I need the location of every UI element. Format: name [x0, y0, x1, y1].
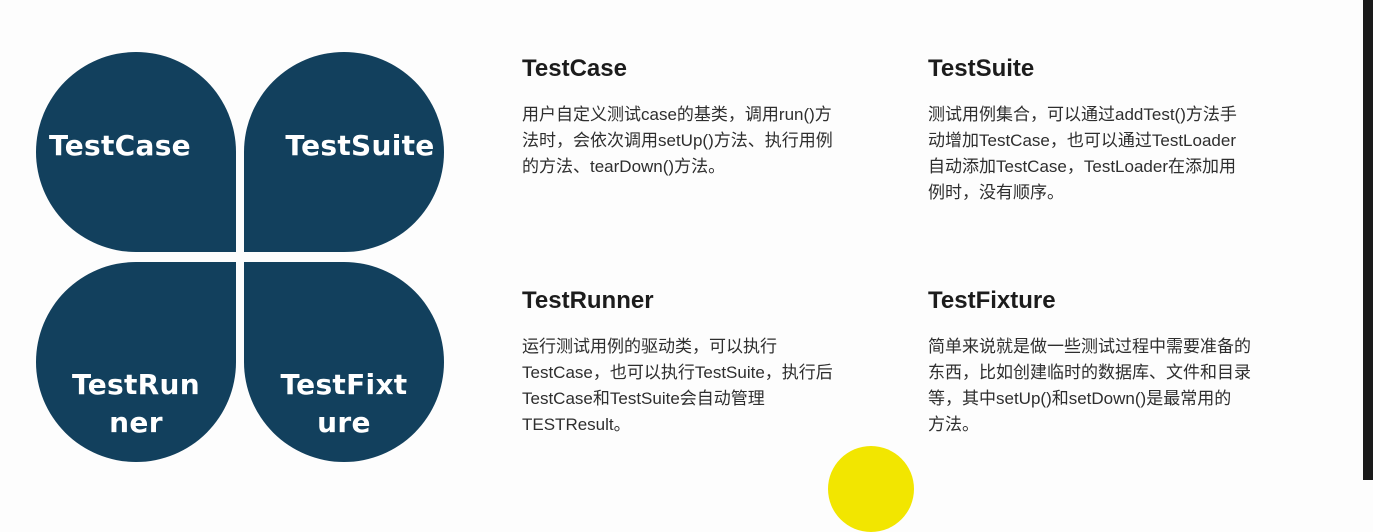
section-testcase-title: TestCase [522, 55, 627, 82]
section-testfixture-title: TestFixture [928, 287, 1056, 314]
petal-testsuite: TestSuite [244, 52, 444, 252]
petal-testrunner-label: TestRun ner [72, 368, 200, 439]
petal-testcase-label: TestCase [49, 129, 191, 162]
section-testcase: TestCase 用户自定义测试case的基类，调用run()方 法时，会依次调… [522, 54, 892, 180]
petal-testsuite-label: TestSuite [285, 129, 435, 162]
petal-testrunner: TestRun ner [36, 262, 236, 462]
section-testsuite: TestSuite 测试用例集合，可以通过addTest()方法手 动增加Tes… [928, 54, 1308, 206]
petal-testfixture-label: TestFixt ure [280, 368, 408, 439]
screen-edge-bar [1363, 0, 1373, 480]
section-testfixture-text: 简单来说就是做一些测试过程中需要准备的 东西，比如创建临时的数据库、文件和目录 … [928, 337, 1251, 434]
section-testsuite-title: TestSuite [928, 55, 1035, 82]
section-testrunner: TestRunner 运行测试用例的驱动类，可以执行 TestCase，也可以执… [522, 286, 892, 438]
section-testfixture: TestFixture 简单来说就是做一些测试过程中需要准备的 东西，比如创建临… [928, 286, 1308, 438]
petal-testfixture: TestFixt ure [244, 262, 444, 462]
section-testrunner-title: TestRunner [522, 287, 654, 314]
section-testrunner-text: 运行测试用例的驱动类，可以执行 TestCase，也可以执行TestSuite，… [522, 337, 833, 434]
section-testcase-text: 用户自定义测试case的基类，调用run()方 法时，会依次调用setUp()方… [522, 105, 833, 176]
petal-testcase: TestCase [36, 52, 236, 252]
cursor-highlight [828, 446, 914, 532]
section-testsuite-text: 测试用例集合，可以通过addTest()方法手 动增加TestCase，也可以通… [928, 105, 1237, 202]
